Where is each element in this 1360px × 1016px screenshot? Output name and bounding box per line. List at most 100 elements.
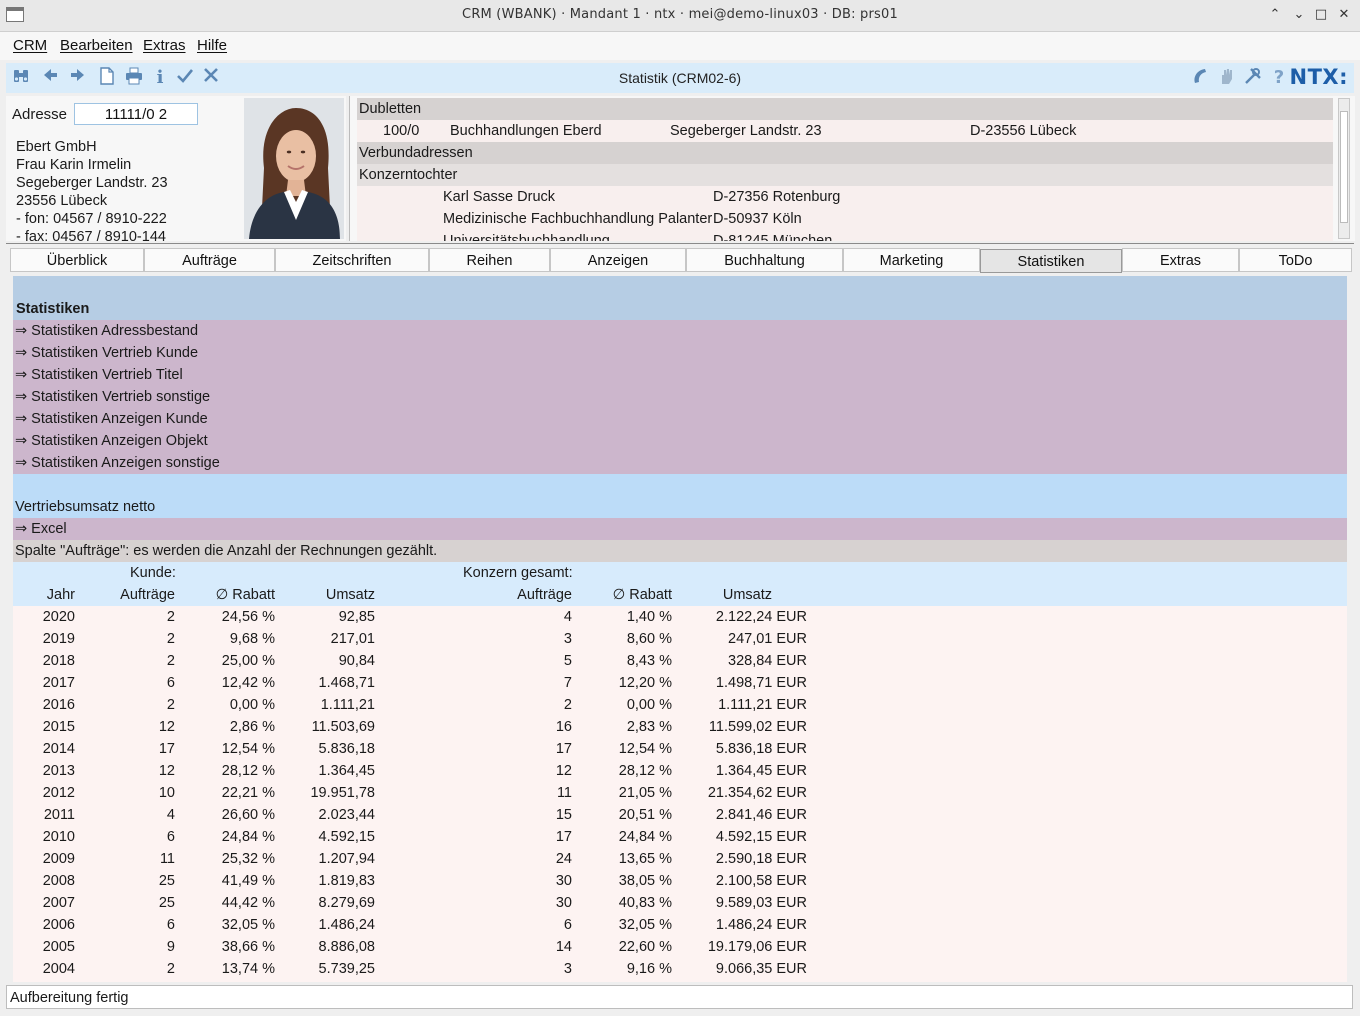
scrollbar-thumb[interactable]	[1340, 111, 1348, 223]
window-title: CRM (WBANK) · Mandant 1 · ntx · mei@demo…	[462, 7, 898, 22]
address-city: 23556 Lübeck	[16, 193, 108, 209]
col-konzern-umsatz: Umsatz	[722, 587, 772, 603]
tools-icon[interactable]	[1242, 67, 1264, 89]
address-number-field[interactable]	[74, 103, 198, 125]
table-row: 2008 25 41,49 % 1.819,83 30 38,05 % 2.100,58 E…	[13, 870, 1347, 892]
shade-up-icon[interactable]: ⌃	[1266, 6, 1284, 24]
address-company: Ebert GmbH	[16, 139, 97, 155]
cell-konzern-umsatz: 9.066,35 EUR	[715, 961, 807, 977]
close-icon[interactable]: ✕	[1335, 6, 1353, 24]
link-statistiken-anzeigen-objekt[interactable]: ⇒ Statistiken Anzeigen Objekt	[13, 430, 1347, 452]
link-statistiken-vertrieb-sonstige[interactable]: ⇒ Statistiken Vertrieb sonstige	[13, 386, 1347, 408]
dublette-name: Buchhandlungen Eberd	[450, 123, 602, 139]
status-bar: Aufbereitung fertig	[6, 985, 1353, 1009]
konzern-city: D-50937 Köln	[713, 211, 802, 227]
tab-todo[interactable]: ToDo	[1239, 248, 1352, 272]
section-title: Vertriebsumsatz netto	[15, 499, 156, 515]
konzern-city: D-81245 München	[713, 233, 833, 241]
menu-bearbeiten[interactable]: Bearbeiten	[60, 37, 133, 54]
cell-konzern-umsatz: 2.841,46 EUR	[715, 807, 807, 823]
cell-konzern-umsatz: 1.111,21 EUR	[718, 697, 807, 713]
address-fax: - fax: 04567 / 8910-144	[16, 229, 166, 241]
col-jahr: Jahr	[46, 587, 75, 603]
note-text: Spalte "Aufträge": es werden die Anzahl …	[15, 543, 438, 559]
table-row: 2020 2 24,56 % 92,85 4 1,40 % 2.122,24 EUR	[13, 606, 1347, 628]
col-kunde-umsatz: Umsatz	[325, 587, 375, 603]
check-icon[interactable]	[174, 67, 196, 89]
arrow-left-icon[interactable]	[39, 67, 61, 89]
dublette-number: 100/0	[383, 123, 420, 139]
group-konzern: Konzern gesamt:	[463, 565, 573, 581]
address-label: Adresse	[12, 106, 68, 123]
contact-photo	[244, 98, 344, 239]
cell-konzern-umsatz: 1.364,45 EUR	[715, 763, 807, 779]
binoculars-icon[interactable]	[10, 67, 32, 89]
menu-hilfe[interactable]: Hilfe	[197, 37, 227, 54]
tab-zeitschriften[interactable]: Zeitschriften	[275, 248, 429, 272]
link-statistiken-anzeigen-sonstige[interactable]: ⇒ Statistiken Anzeigen sonstige	[13, 452, 1347, 474]
cell-konzern-umsatz: 2.100,58 EUR	[715, 873, 807, 889]
info-icon[interactable]: i	[149, 67, 171, 89]
group-kunde: Kunde:	[130, 565, 176, 581]
konzern-row[interactable]: Universitätsbuchhandlung D-81245 München	[357, 230, 1333, 241]
cell-konzern-umsatz: 21.354,62 EUR	[707, 785, 807, 801]
relations-scrollbar[interactable]	[1338, 98, 1350, 239]
tab-marketing[interactable]: Marketing	[843, 248, 980, 272]
menu-crm[interactable]: CRM	[13, 37, 47, 54]
dubletten-row[interactable]: 100/0 Buchhandlungen Eberd Segeberger La…	[357, 120, 1333, 142]
printer-icon[interactable]	[123, 67, 145, 89]
konzerntochter-header[interactable]: Konzerntochter	[357, 164, 1333, 186]
link-statistiken-adressbestand[interactable]: ⇒ Statistiken Adressbestand	[13, 320, 1347, 342]
verbundadressen-header[interactable]: Verbundadressen	[357, 142, 1333, 164]
col-kunde-rabatt: ∅ Rabatt	[215, 587, 275, 603]
col-kunde-auftraege: Aufträge	[120, 587, 175, 603]
table-row: 2016 2 0,00 % 1.111,21 2 0,00 % 1.111,21 EUR	[13, 694, 1347, 716]
cell-konzern-umsatz: 4.592,15 EUR	[715, 829, 807, 845]
konzern-name: Medizinische Fachbuchhandlung Palanter	[443, 211, 713, 227]
hand-icon[interactable]	[1216, 67, 1238, 89]
group-header-row: Kunde: Konzern gesamt:	[13, 562, 1347, 584]
table-row: 2015 12 2,86 % 11.503,69 16 2,83 % 11.599,02 E…	[13, 716, 1347, 738]
link-label: ⇒ Statistiken Anzeigen Kunde	[15, 411, 208, 427]
maximize-icon[interactable]: □	[1312, 6, 1330, 24]
excel-link[interactable]: ⇒ Excel	[13, 518, 1347, 540]
konzern-city: D-27356 Rotenburg	[713, 189, 841, 205]
link-label: ⇒ Statistiken Vertrieb Titel	[15, 367, 183, 383]
new-document-icon[interactable]	[96, 67, 118, 89]
dublette-street: Segeberger Landstr. 23	[670, 123, 822, 139]
table-row: 2014 17 12,54 % 5.836,18 17 12,54 % 5.836,18 E…	[13, 738, 1347, 760]
note-band: Spalte "Aufträge": es werden die Anzahl …	[13, 540, 1347, 562]
tab-statistiken[interactable]: Statistiken	[980, 249, 1122, 273]
tab-extras[interactable]: Extras	[1122, 248, 1239, 272]
section-title-band: Vertriebsumsatz netto	[13, 474, 1347, 518]
dubletten-header[interactable]: Dubletten	[357, 98, 1333, 120]
arrow-right-icon[interactable]	[67, 67, 89, 89]
konzern-row[interactable]: Medizinische Fachbuchhandlung Palanter D…	[357, 208, 1333, 230]
cancel-icon[interactable]	[200, 67, 222, 89]
phone-icon[interactable]	[1189, 67, 1211, 89]
table-row: 2012 10 22,21 % 19.951,78 11 21,05 % 21.354,62…	[13, 782, 1347, 804]
link-label: ⇒ Statistiken Anzeigen sonstige	[15, 455, 220, 471]
cell-konzern-umsatz: 19.179,06 EUR	[707, 939, 807, 955]
shade-down-icon[interactable]: ⌄	[1290, 6, 1308, 24]
cell-konzern-umsatz: 1.486,24 EUR	[715, 917, 807, 933]
table-row: 2006 6 32,05 % 1.486,24 6 32,05 % 1.486,24 EUR	[13, 914, 1347, 936]
link-statistiken-vertrieb-titel[interactable]: ⇒ Statistiken Vertrieb Titel	[13, 364, 1347, 386]
link-statistiken-anzeigen-kunde[interactable]: ⇒ Statistiken Anzeigen Kunde	[13, 408, 1347, 430]
cell-konzern-umsatz: 1.498,71 EUR	[715, 675, 807, 691]
tab-buchhaltung[interactable]: Buchhaltung	[686, 248, 843, 272]
tab-ueberblick[interactable]: Überblick	[10, 248, 144, 272]
status-text: Aufbereitung fertig	[10, 990, 129, 1006]
col-konzern-rabatt: ∅ Rabatt	[612, 587, 672, 603]
tab-auftraege[interactable]: Aufträge	[144, 248, 275, 272]
konzern-row[interactable]: Karl Sasse Druck D-27356 Rotenburg	[357, 186, 1333, 208]
menu-extras[interactable]: Extras	[143, 37, 186, 54]
link-statistiken-vertrieb-kunde[interactable]: ⇒ Statistiken Vertrieb Kunde	[13, 342, 1347, 364]
help-icon[interactable]: ?	[1268, 67, 1290, 89]
konzern-name: Universitätsbuchhandlung	[443, 233, 610, 241]
tab-reihen[interactable]: Reihen	[429, 248, 550, 272]
link-label: ⇒ Statistiken Vertrieb Kunde	[15, 345, 199, 361]
address-phone: - fon: 04567 / 8910-222	[16, 211, 167, 227]
tab-anzeigen[interactable]: Anzeigen	[550, 248, 686, 272]
address-panel: Adresse Ebert GmbH Frau Karin Irmelin Se…	[6, 96, 346, 241]
